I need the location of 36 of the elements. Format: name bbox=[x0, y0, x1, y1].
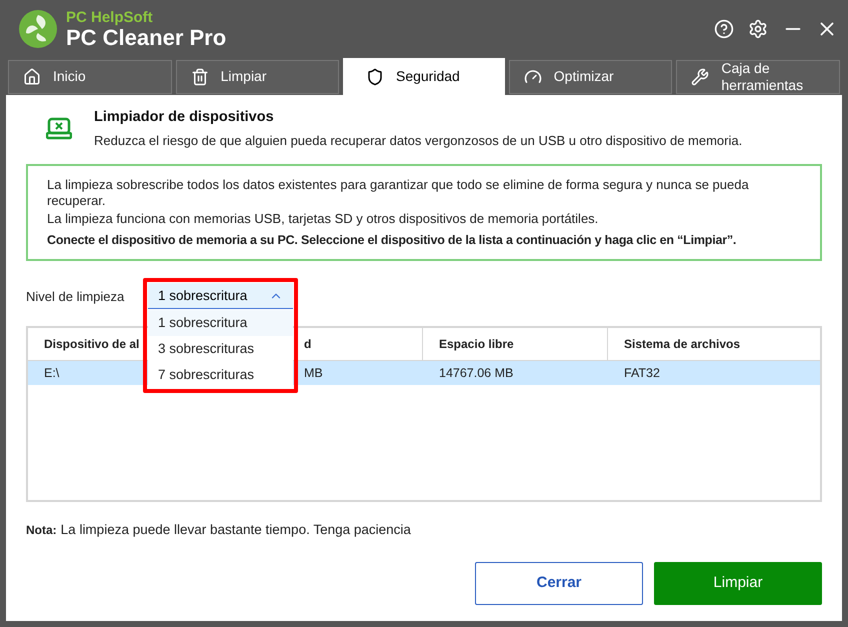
info-text: La limpieza sobrescribe todos los datos existentes para garantizar que todo se elimine de forma segura y nunca se pueda recuperar. bbox=[47, 177, 750, 210]
column-header: Sistema de archivos bbox=[624, 336, 740, 354]
dropdown-option[interactable]: 1 sobrescritura bbox=[148, 310, 293, 336]
bin-icon bbox=[190, 68, 209, 86]
help-icon[interactable] bbox=[714, 19, 734, 39]
table-cell-text: FAT32 bbox=[624, 364, 660, 382]
window-title: PC Cleaner Pro bbox=[66, 26, 226, 48]
column-header: Espacio libre bbox=[439, 336, 514, 354]
table-cell-text: MB bbox=[304, 364, 323, 382]
tab[interactable]: Inicio bbox=[8, 60, 172, 94]
shield-icon bbox=[366, 68, 384, 86]
column-header: d bbox=[304, 336, 312, 354]
instruction-text: Conecte el dispositivo de memoria a su PC. Seleccione el dispositivo de la lista a continuación y haga clic en “Limpiar”. bbox=[47, 232, 738, 248]
clean-button[interactable]: Limpiar bbox=[654, 562, 822, 604]
leaf-logo-icon bbox=[18, 9, 58, 49]
wrench-icon bbox=[691, 68, 710, 86]
note-label: Nota: bbox=[26, 522, 57, 540]
close-button[interactable]: Cerrar bbox=[475, 562, 643, 604]
tab[interactable]: Caja de herramientas bbox=[676, 60, 840, 94]
table-cell-text: E:\ bbox=[44, 364, 60, 382]
column-header: Dispositivo de al bbox=[44, 336, 140, 354]
level-dropdown[interactable]: 1 sobrescritura bbox=[148, 283, 293, 310]
section-title: Limpiador de dispositivos bbox=[94, 108, 275, 127]
note-text: La limpieza puede llevar bastante tiempo. Tenga paciencia bbox=[60, 521, 411, 540]
drive-eraser-icon bbox=[46, 115, 72, 141]
gauge-icon bbox=[524, 68, 542, 86]
tab[interactable]: Optimizar bbox=[508, 60, 672, 94]
info-text: La limpieza funciona con memorias USB, tarjetas SD y otros dispositivos de memoria portátiles. bbox=[47, 211, 600, 228]
home-icon bbox=[23, 68, 41, 86]
brand-name: PC HelpSoft bbox=[66, 10, 154, 24]
table-cell-text: 14767.06 MB bbox=[439, 364, 514, 382]
settings-icon[interactable] bbox=[748, 19, 768, 39]
tab[interactable]: Seguridad bbox=[343, 58, 505, 95]
section-subtitle: Reduzca el riesgo de que alguien pueda recuperar datos vergonzosos de un USB u otro dispositivo de memoria. bbox=[94, 132, 742, 150]
level-label: Nivel de limpieza bbox=[26, 288, 126, 306]
tab[interactable]: Limpiar bbox=[176, 60, 340, 94]
